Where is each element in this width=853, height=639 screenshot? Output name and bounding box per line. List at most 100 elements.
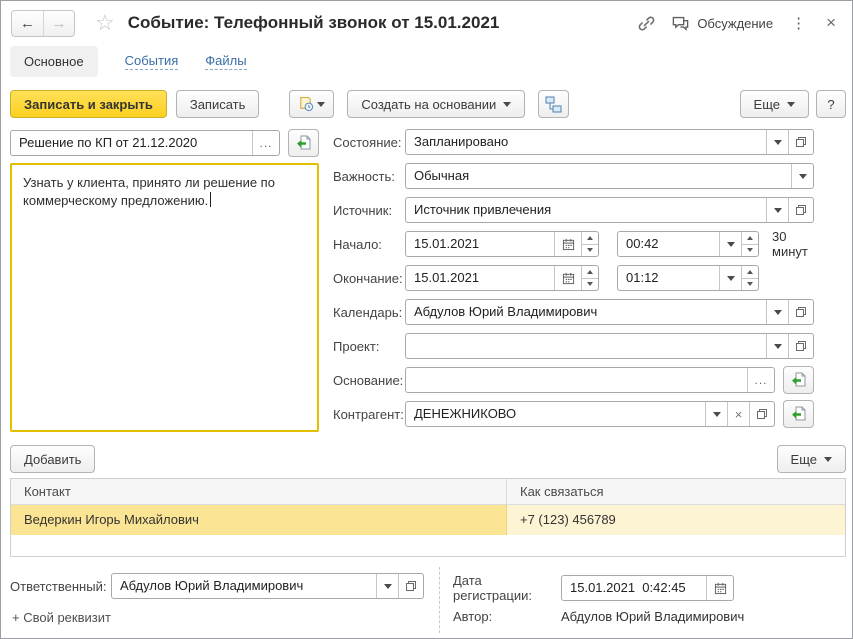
dropdown-arrow-icon[interactable] xyxy=(376,574,398,598)
pick-from-list-icon xyxy=(791,406,807,422)
dropdown-arrow-icon[interactable] xyxy=(766,334,788,358)
source-select[interactable]: Источник привлечения xyxy=(405,197,814,223)
duration-label: 30 минут xyxy=(772,229,814,259)
footer-divider xyxy=(439,567,440,633)
end-date-input[interactable]: 15.01.2021 xyxy=(405,265,599,291)
document-clock-icon xyxy=(298,96,314,112)
how-to-contact-cell[interactable]: +7 (123) 456789 xyxy=(507,505,845,535)
structure-button[interactable] xyxy=(538,90,569,118)
contacts-more-button[interactable]: Еще xyxy=(777,445,846,473)
save-and-close-button[interactable]: Записать и закрыть xyxy=(10,90,167,118)
counterparty-pick-button[interactable] xyxy=(783,400,814,428)
dropdown-caret-icon xyxy=(787,102,795,107)
source-placeholder: Источник привлечения xyxy=(406,198,766,222)
counterparty-select[interactable]: ДЕНЕЖНИКОВО × xyxy=(405,401,775,427)
tabs: Основное События Файлы xyxy=(10,46,247,77)
table-row[interactable]: Ведеркин Игорь Михайлович +7 (123) 45678… xyxy=(11,505,845,535)
open-icon[interactable] xyxy=(788,130,813,154)
responsible-row: Ответственный: Абдулов Юрий Владимирович xyxy=(10,573,424,599)
calendar-icon[interactable] xyxy=(554,232,581,256)
basis-pick-button[interactable] xyxy=(783,366,814,394)
dropdown-arrow-icon[interactable] xyxy=(766,198,788,222)
pick-from-list-icon xyxy=(791,372,807,388)
calendar-icon[interactable] xyxy=(706,576,733,600)
save-button[interactable]: Записать xyxy=(176,90,260,118)
open-icon[interactable] xyxy=(788,334,813,358)
reminder-button[interactable] xyxy=(289,90,334,118)
description-textarea[interactable]: Узнать у клиента, принято ли решение по … xyxy=(10,163,319,432)
end-label: Окончание: xyxy=(333,271,405,286)
add-contact-button[interactable]: Добавить xyxy=(10,445,95,473)
field-row-source: Источник: Источник привлечения xyxy=(333,197,814,223)
calendar-value: Абдулов Юрий Владимирович xyxy=(406,300,766,324)
forward-button[interactable]: → xyxy=(43,11,74,36)
importance-value: Обычная xyxy=(406,164,791,188)
discussion-label: Обсуждение xyxy=(697,16,773,31)
tab-files[interactable]: Файлы xyxy=(205,53,246,70)
more-label: Еще xyxy=(754,97,780,112)
calendar-label: Календарь: xyxy=(333,305,405,320)
column-header-how-to-contact: Как связаться xyxy=(507,479,845,504)
dropdown-arrow-icon[interactable] xyxy=(719,232,741,256)
help-button[interactable]: ? xyxy=(816,90,846,118)
dropdown-arrow-icon[interactable] xyxy=(766,300,788,324)
time-spinner[interactable] xyxy=(741,266,758,290)
clear-icon[interactable]: × xyxy=(727,402,749,426)
start-date-input[interactable]: 15.01.2021 xyxy=(405,231,599,257)
basis-ellipsis-button[interactable]: ... xyxy=(747,368,774,392)
author-row: Автор: Абдулов Юрий Владимирович xyxy=(453,609,744,624)
discussion-button[interactable]: Обсуждение xyxy=(671,14,773,33)
start-time-input[interactable]: 00:42 xyxy=(617,231,759,257)
open-icon[interactable] xyxy=(788,198,813,222)
back-button[interactable]: ← xyxy=(12,11,43,36)
open-icon[interactable] xyxy=(749,402,774,426)
author-label: Автор: xyxy=(453,609,561,624)
field-row-basis: Основание: ... xyxy=(333,367,814,393)
responsible-label: Ответственный: xyxy=(10,579,111,594)
project-select[interactable] xyxy=(405,333,814,359)
counterparty-label: Контрагент: xyxy=(333,407,405,422)
favorite-star-icon[interactable]: ☆ xyxy=(95,12,115,34)
calendar-select[interactable]: Абдулов Юрий Владимирович xyxy=(405,299,814,325)
counterparty-value: ДЕНЕЖНИКОВО xyxy=(406,402,705,426)
more-actions-icon[interactable]: ⋮ xyxy=(788,14,809,32)
dropdown-arrow-icon[interactable] xyxy=(766,130,788,154)
toolbar-more-button[interactable]: Еще xyxy=(740,90,809,118)
dropdown-arrow-icon[interactable] xyxy=(719,266,741,290)
subject-ellipsis-button[interactable]: ... xyxy=(252,131,279,155)
date-spinner[interactable] xyxy=(581,266,598,290)
titlebar-actions: Обсуждение ⋮ × xyxy=(637,13,838,33)
description-text: Узнать у клиента, принято ли решение по … xyxy=(23,175,275,208)
end-time-value: 01:12 xyxy=(618,266,719,290)
calendar-icon[interactable] xyxy=(554,266,581,290)
state-select[interactable]: Запланировано xyxy=(405,129,814,155)
tab-events[interactable]: События xyxy=(125,53,179,70)
field-row-start: Начало: 15.01.2021 00:42 30 минут xyxy=(333,231,814,257)
registration-date-input[interactable]: 15.01.2021 0:42:45 xyxy=(561,575,734,601)
contact-cell[interactable]: Ведеркин Игорь Михайлович xyxy=(11,505,507,535)
field-row-state: Состояние: Запланировано xyxy=(333,129,814,155)
importance-select[interactable]: Обычная xyxy=(405,163,814,189)
basis-input[interactable]: ... xyxy=(405,367,775,393)
dropdown-arrow-icon[interactable] xyxy=(791,164,813,188)
subject-pick-button[interactable] xyxy=(288,129,319,157)
end-time-input[interactable]: 01:12 xyxy=(617,265,759,291)
field-row-calendar: Календарь: Абдулов Юрий Владимирович xyxy=(333,299,814,325)
responsible-select[interactable]: Абдулов Юрий Владимирович xyxy=(111,573,424,599)
contacts-table-header: Контакт Как связаться xyxy=(11,479,845,505)
time-spinner[interactable] xyxy=(741,232,758,256)
subject-input[interactable]: Решение по КП от 21.12.2020 ... xyxy=(10,130,280,156)
open-icon[interactable] xyxy=(788,300,813,324)
tab-main[interactable]: Основное xyxy=(10,46,98,77)
create-based-on-button[interactable]: Создать на основании xyxy=(347,90,525,118)
link-icon[interactable] xyxy=(637,14,656,33)
field-row-counterparty: Контрагент: ДЕНЕЖНИКОВО × xyxy=(333,401,814,427)
open-icon[interactable] xyxy=(398,574,423,598)
close-icon[interactable]: × xyxy=(824,13,838,33)
text-cursor xyxy=(210,192,211,207)
date-spinner[interactable] xyxy=(581,232,598,256)
subject-value: Решение по КП от 21.12.2020 xyxy=(11,131,252,155)
pick-from-list-icon xyxy=(296,135,312,151)
dropdown-arrow-icon[interactable] xyxy=(705,402,727,426)
add-custom-attribute-link[interactable]: + Свой реквизит xyxy=(12,610,111,625)
